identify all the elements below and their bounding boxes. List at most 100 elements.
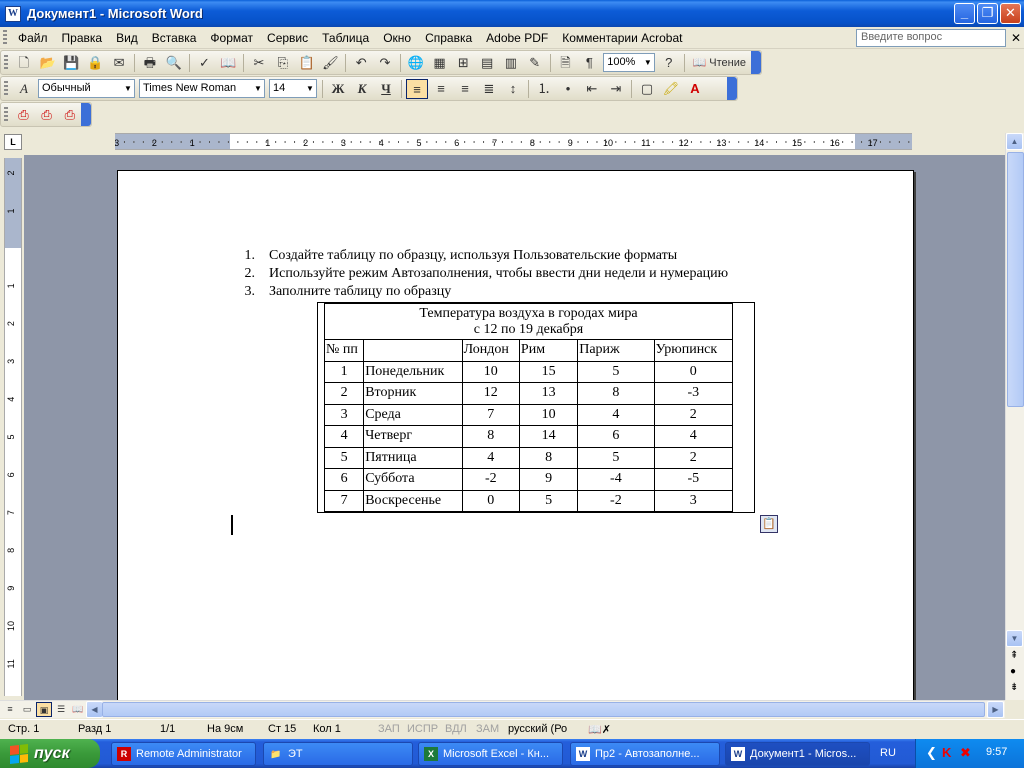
status-overtype[interactable]: ЗАМ [476, 723, 499, 735]
horizontal-scrollbar[interactable]: ≡ ▭ ▣ ☰ 📖 ◀ ▶ [0, 700, 1005, 718]
table-cell[interactable]: 5 [577, 360, 655, 383]
save-icon[interactable]: 💾 [61, 53, 83, 73]
table-cell[interactable]: 0 [653, 360, 734, 383]
italic-button[interactable]: К [351, 79, 373, 99]
borders-icon[interactable]: ▢ [636, 79, 658, 99]
outline-view-icon[interactable]: ☰ [53, 702, 69, 717]
table-cell[interactable]: -4 [577, 468, 655, 491]
table-cell[interactable]: Среда [363, 403, 463, 426]
menu-format[interactable]: Формат [203, 31, 260, 45]
toolbar-options-icon[interactable] [751, 51, 761, 74]
permission-icon[interactable]: 🔒 [84, 53, 106, 73]
toolbar-grip[interactable] [4, 54, 8, 71]
line-spacing-icon[interactable]: ↕ [502, 79, 524, 99]
spelling-status-icon[interactable]: 📖✗ [588, 723, 611, 736]
back-arrow-icon[interactable]: ❮ [926, 745, 937, 761]
reading-layout-icon[interactable]: 📖 [70, 702, 86, 717]
table-cell[interactable]: 5 [518, 489, 579, 512]
table-cell[interactable]: Четверг [363, 425, 463, 448]
menu-adobe-pdf[interactable]: Adobe PDF [479, 31, 555, 45]
word-app-icon[interactable]: W [5, 5, 21, 22]
status-track-changes[interactable]: ИСПР [407, 723, 438, 735]
underline-button[interactable]: Ч [375, 79, 397, 99]
header-cell[interactable]: Париж [577, 339, 655, 362]
table-cell[interactable]: 4 [653, 425, 734, 448]
status-extend[interactable]: ВДЛ [445, 723, 467, 735]
horizontal-ruler[interactable]: 3211234567891011121314151617 [115, 133, 912, 150]
open-folder-icon[interactable]: 📂 [37, 53, 59, 73]
convert-to-pdf-icon[interactable]: ⎙ [13, 105, 34, 125]
reading-layout-button[interactable]: 📖 Чтение [689, 53, 750, 73]
increase-indent-icon[interactable]: ⇥ [605, 79, 627, 99]
toolbar-grip[interactable] [4, 106, 8, 123]
tables-borders-icon[interactable]: ▦ [429, 53, 451, 73]
bold-button[interactable]: Ж [327, 79, 349, 99]
select-browse-object-icon[interactable]: ● [1010, 666, 1016, 677]
table-cell[interactable]: 5 [577, 446, 655, 469]
table-cell[interactable]: 2 [323, 382, 365, 405]
previous-page-icon[interactable]: ⇞ [1010, 650, 1018, 661]
table-cell[interactable]: 6 [577, 425, 655, 448]
task-remote-administrator[interactable]: R Remote Administrator [111, 742, 256, 766]
font-color-icon[interactable]: A [684, 79, 706, 99]
font-size-select[interactable]: 14 ▼ [269, 79, 317, 98]
menu-insert[interactable]: Вставка [145, 31, 204, 45]
style-select[interactable]: Обычный ▼ [38, 79, 135, 98]
vertical-scroll-thumb[interactable] [1007, 152, 1024, 407]
show-hide-icon[interactable]: ¶ [578, 53, 600, 73]
table-cell[interactable]: 6 [323, 468, 365, 491]
table-cell[interactable]: 8 [577, 382, 655, 405]
scroll-right-button[interactable]: ▶ [987, 701, 1004, 718]
table-cell[interactable]: 0 [461, 489, 520, 512]
task-folder[interactable]: 📁 ЭТ [263, 742, 413, 766]
normal-view-icon[interactable]: ≡ [2, 702, 18, 717]
columns-icon[interactable]: ▥ [500, 53, 522, 73]
copy-icon[interactable]: ⎘ [272, 53, 294, 73]
insert-excel-icon[interactable]: ▤ [476, 53, 498, 73]
toolbar-grip[interactable] [4, 80, 8, 97]
menu-window[interactable]: Окно [376, 31, 418, 45]
cut-icon[interactable]: ✂ [248, 53, 270, 73]
menu-acrobat-comments[interactable]: Комментарии Acrobat [555, 31, 689, 45]
pdf-email-icon[interactable]: ⎙ [36, 105, 57, 125]
header-cell[interactable]: Урюпинск [653, 339, 734, 362]
table-cell[interactable]: 12 [461, 382, 520, 405]
table-cell[interactable]: 4 [461, 446, 520, 469]
styles-formatting-icon[interactable]: A [13, 79, 35, 99]
menu-edit[interactable]: Правка [55, 31, 110, 45]
next-page-icon[interactable]: ⇟ [1010, 682, 1018, 693]
close-button[interactable]: ✕ [1000, 3, 1021, 24]
spelling-icon[interactable]: ✓ [194, 53, 216, 73]
restore-button[interactable]: ❐ [977, 3, 998, 24]
task-word-document1[interactable]: W Документ1 - Micros... [725, 742, 870, 766]
table-cell[interactable]: 8 [461, 425, 520, 448]
table-cell[interactable]: 14 [518, 425, 579, 448]
undo-icon[interactable]: ↶ [350, 53, 372, 73]
vertical-ruler[interactable]: 21123456789101112 [4, 158, 22, 696]
table-cell[interactable]: Понедельник [363, 360, 463, 383]
table-cell[interactable]: Вторник [363, 382, 463, 405]
table-cell[interactable]: 1 [323, 360, 365, 383]
toolbar-options-icon[interactable] [727, 77, 737, 100]
table-cell[interactable]: 4 [577, 403, 655, 426]
status-language[interactable]: русский (Ро [508, 723, 567, 735]
redo-icon[interactable]: ↷ [374, 53, 396, 73]
print-layout-icon[interactable]: ▣ [36, 702, 52, 717]
print-preview-icon[interactable]: 🔍 [163, 53, 185, 73]
task-excel[interactable]: X Microsoft Excel - Кн... [418, 742, 563, 766]
kaspersky-icon[interactable]: K [942, 745, 951, 760]
table-cell[interactable]: -2 [461, 468, 520, 491]
start-button[interactable]: пуск [0, 739, 100, 768]
status-record-macro[interactable]: ЗАП [378, 723, 400, 735]
table-cell[interactable]: Пятница [363, 446, 463, 469]
highlight-icon[interactable]: 🖍 [660, 79, 682, 99]
table-cell[interactable]: 4 [323, 425, 365, 448]
table-cell[interactable]: -2 [577, 489, 655, 512]
pdf-review-icon[interactable]: ⎙ [59, 105, 80, 125]
header-cell[interactable]: Лондон [461, 339, 520, 362]
temperature-table[interactable]: Температура воздуха в городах мира с 12 … [323, 303, 734, 512]
table-cell[interactable]: 2 [653, 403, 734, 426]
justify-icon[interactable]: ≣ [478, 79, 500, 99]
table-cell[interactable]: 3 [323, 403, 365, 426]
clock[interactable]: 9:57 [986, 746, 1007, 758]
